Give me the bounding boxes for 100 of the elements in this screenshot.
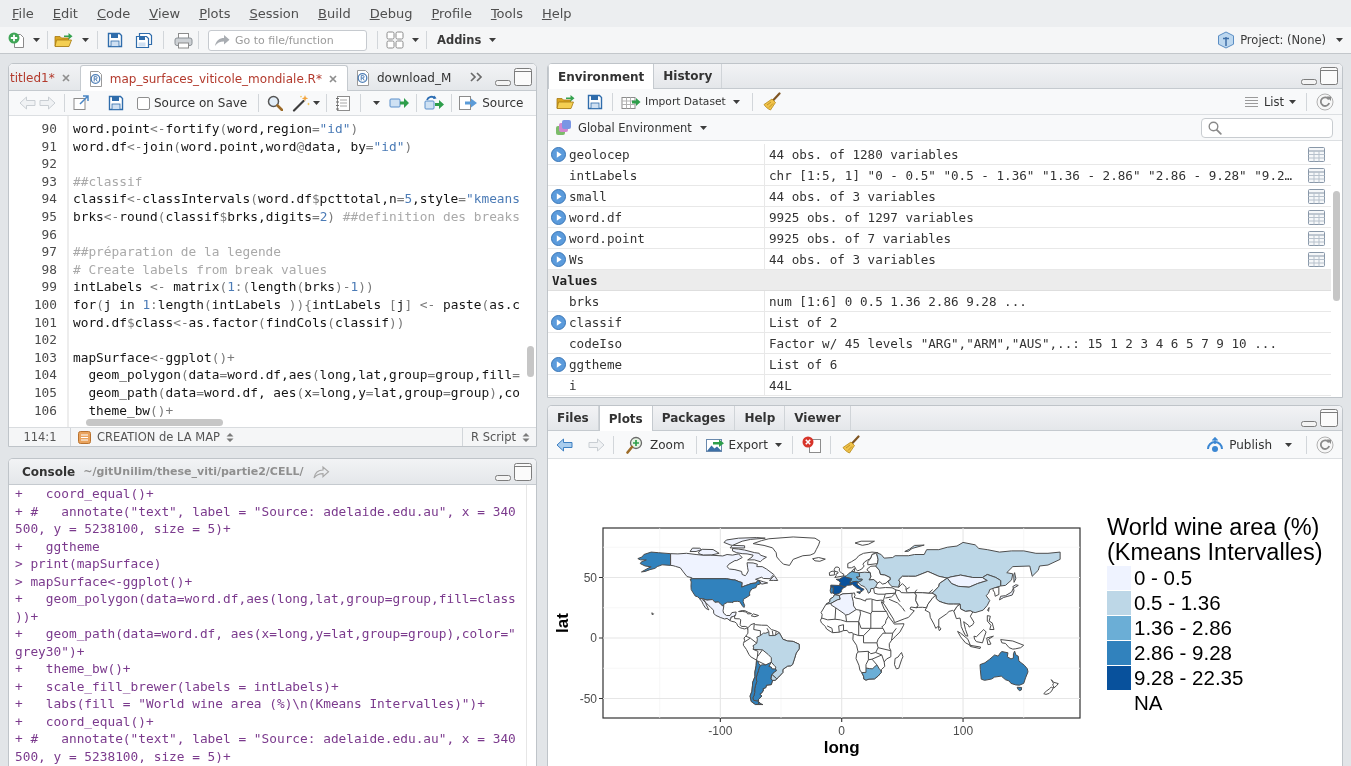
- menu-item[interactable]: View: [149, 6, 181, 21]
- view-mode-menu[interactable]: List: [1243, 94, 1296, 109]
- expand-icon[interactable]: [551, 251, 566, 267]
- caret-icon: [699, 125, 707, 130]
- menu-item[interactable]: Tools: [490, 6, 523, 21]
- menu-item[interactable]: Build: [318, 6, 351, 21]
- table-view-icon[interactable]: [1307, 167, 1325, 183]
- menu-item[interactable]: Edit: [52, 6, 78, 21]
- run-icon[interactable]: [389, 96, 411, 110]
- export-button[interactable]: Export: [704, 436, 782, 453]
- menu-item[interactable]: Help: [541, 6, 572, 21]
- code-line: intLabels <- matrix(1:(length(brks)-1)): [73, 278, 374, 296]
- pane-tab[interactable]: Help: [735, 406, 786, 430]
- save-icon[interactable]: [587, 93, 603, 110]
- expand-icon[interactable]: [551, 230, 566, 246]
- expand-icon[interactable]: [551, 146, 566, 162]
- pane-tab[interactable]: Packages: [652, 406, 736, 430]
- console-line: + # annotate("text", label = "Source: adelaide.edu.au", x = 340: [15, 730, 517, 748]
- line-number: 93: [40, 172, 57, 191]
- refresh-icon[interactable]: [1316, 92, 1334, 111]
- menu-item[interactable]: Session: [249, 6, 300, 21]
- delete-plot-icon[interactable]: [801, 436, 822, 453]
- menu-item[interactable]: Profile: [431, 6, 472, 21]
- table-view-icon[interactable]: [1307, 209, 1325, 225]
- caret-icon[interactable]: [373, 101, 381, 105]
- scrollbar-thumb[interactable]: [527, 346, 534, 377]
- expand-icon[interactable]: [551, 209, 566, 225]
- menu-item[interactable]: Plots: [199, 6, 231, 21]
- source-button[interactable]: Source: [458, 95, 524, 111]
- minimize-icon[interactable]: [495, 77, 511, 86]
- scrollbar-thumb[interactable]: [1333, 191, 1340, 301]
- section-menu[interactable]: CREATION de LA MAP: [78, 430, 234, 444]
- minimize-icon[interactable]: [1301, 418, 1317, 427]
- back-arrow-icon[interactable]: [556, 437, 573, 452]
- tick-label: -100: [708, 724, 733, 738]
- source-on-save-label[interactable]: Source on Save: [154, 96, 248, 110]
- layers-icon: [555, 119, 572, 136]
- environment-menu[interactable]: Global Environment: [555, 119, 707, 136]
- curved-arrow-icon: [214, 33, 230, 47]
- scrollbar-thumb[interactable]: [86, 419, 223, 426]
- rerun-icon[interactable]: [424, 95, 446, 111]
- pane-tab[interactable]: Plots: [598, 406, 653, 431]
- save-icon[interactable]: [107, 32, 123, 48]
- addins-menu[interactable]: Addins: [437, 33, 497, 47]
- table-view-icon[interactable]: [1307, 251, 1325, 267]
- caret-icon[interactable]: [313, 101, 321, 105]
- caret-icon[interactable]: [412, 38, 419, 42]
- menu-item[interactable]: Debug: [369, 6, 413, 21]
- table-view-icon[interactable]: [1307, 230, 1325, 246]
- minimize-icon[interactable]: [1301, 76, 1317, 85]
- table-view-icon[interactable]: [1307, 146, 1325, 162]
- pane-tab[interactable]: Files: [548, 406, 599, 430]
- code-line: mapSurface<-ggplot()+: [73, 348, 235, 367]
- close-icon[interactable]: [61, 73, 70, 82]
- pane-layout-icon[interactable]: [386, 31, 404, 49]
- close-icon[interactable]: [328, 74, 337, 83]
- maximize-icon[interactable]: [1320, 409, 1338, 427]
- menu-item[interactable]: File: [12, 6, 34, 21]
- caret-icon[interactable]: [33, 38, 40, 42]
- caret-icon: [1336, 38, 1343, 42]
- go-to-file-field[interactable]: Go to file/function: [208, 29, 367, 51]
- print-icon[interactable]: [174, 31, 193, 49]
- expand-icon[interactable]: [551, 188, 566, 204]
- project-menu[interactable]: Project: (None): [1217, 31, 1343, 49]
- new-file-icon[interactable]: [8, 31, 26, 49]
- open-folder-icon[interactable]: [54, 32, 73, 48]
- search-icon[interactable]: [267, 95, 284, 111]
- broom-icon[interactable]: [762, 92, 781, 111]
- curved-arrow-icon[interactable]: [313, 464, 331, 479]
- editor-tab[interactable]: titled1*: [9, 65, 80, 90]
- editor-tab[interactable]: map_surfaces_viticole_mondiale.R*: [79, 65, 348, 91]
- double-chevron-icon[interactable]: [470, 72, 483, 82]
- pane-tab[interactable]: Environment: [548, 64, 655, 89]
- broom-icon[interactable]: [841, 435, 860, 454]
- zoom-button[interactable]: Zoom: [626, 435, 685, 454]
- pane-tab[interactable]: Viewer: [785, 406, 851, 430]
- pane-tab[interactable]: History: [654, 64, 723, 88]
- refresh-icon[interactable]: [1316, 435, 1334, 454]
- file-type-menu[interactable]: R Script: [471, 430, 530, 444]
- maximize-icon[interactable]: [514, 68, 532, 86]
- caret-icon[interactable]: [82, 38, 89, 42]
- save-all-icon[interactable]: [135, 31, 153, 49]
- maximize-icon[interactable]: [514, 462, 532, 481]
- import-dataset-button[interactable]: Import Dataset: [621, 93, 740, 110]
- wand-icon[interactable]: [292, 94, 311, 112]
- table-view-icon[interactable]: [1307, 188, 1325, 204]
- search-field[interactable]: [1201, 117, 1333, 138]
- open-folder-icon[interactable]: [556, 93, 575, 110]
- expand-icon[interactable]: [551, 356, 566, 372]
- pop-out-icon[interactable]: [73, 95, 90, 111]
- checkbox[interactable]: [137, 96, 150, 110]
- menu-item[interactable]: Code: [96, 6, 131, 21]
- publish-button[interactable]: Publish: [1206, 436, 1292, 453]
- console-line: 500, y = 5238100, size = 5)+: [15, 520, 232, 538]
- maximize-icon[interactable]: [1320, 67, 1338, 85]
- expand-icon[interactable]: [551, 314, 566, 330]
- notebook-icon[interactable]: [335, 94, 352, 112]
- editor-tab[interactable]: download_M: [347, 65, 452, 90]
- legend-label: NA: [1134, 690, 1163, 715]
- save-icon[interactable]: [108, 95, 124, 111]
